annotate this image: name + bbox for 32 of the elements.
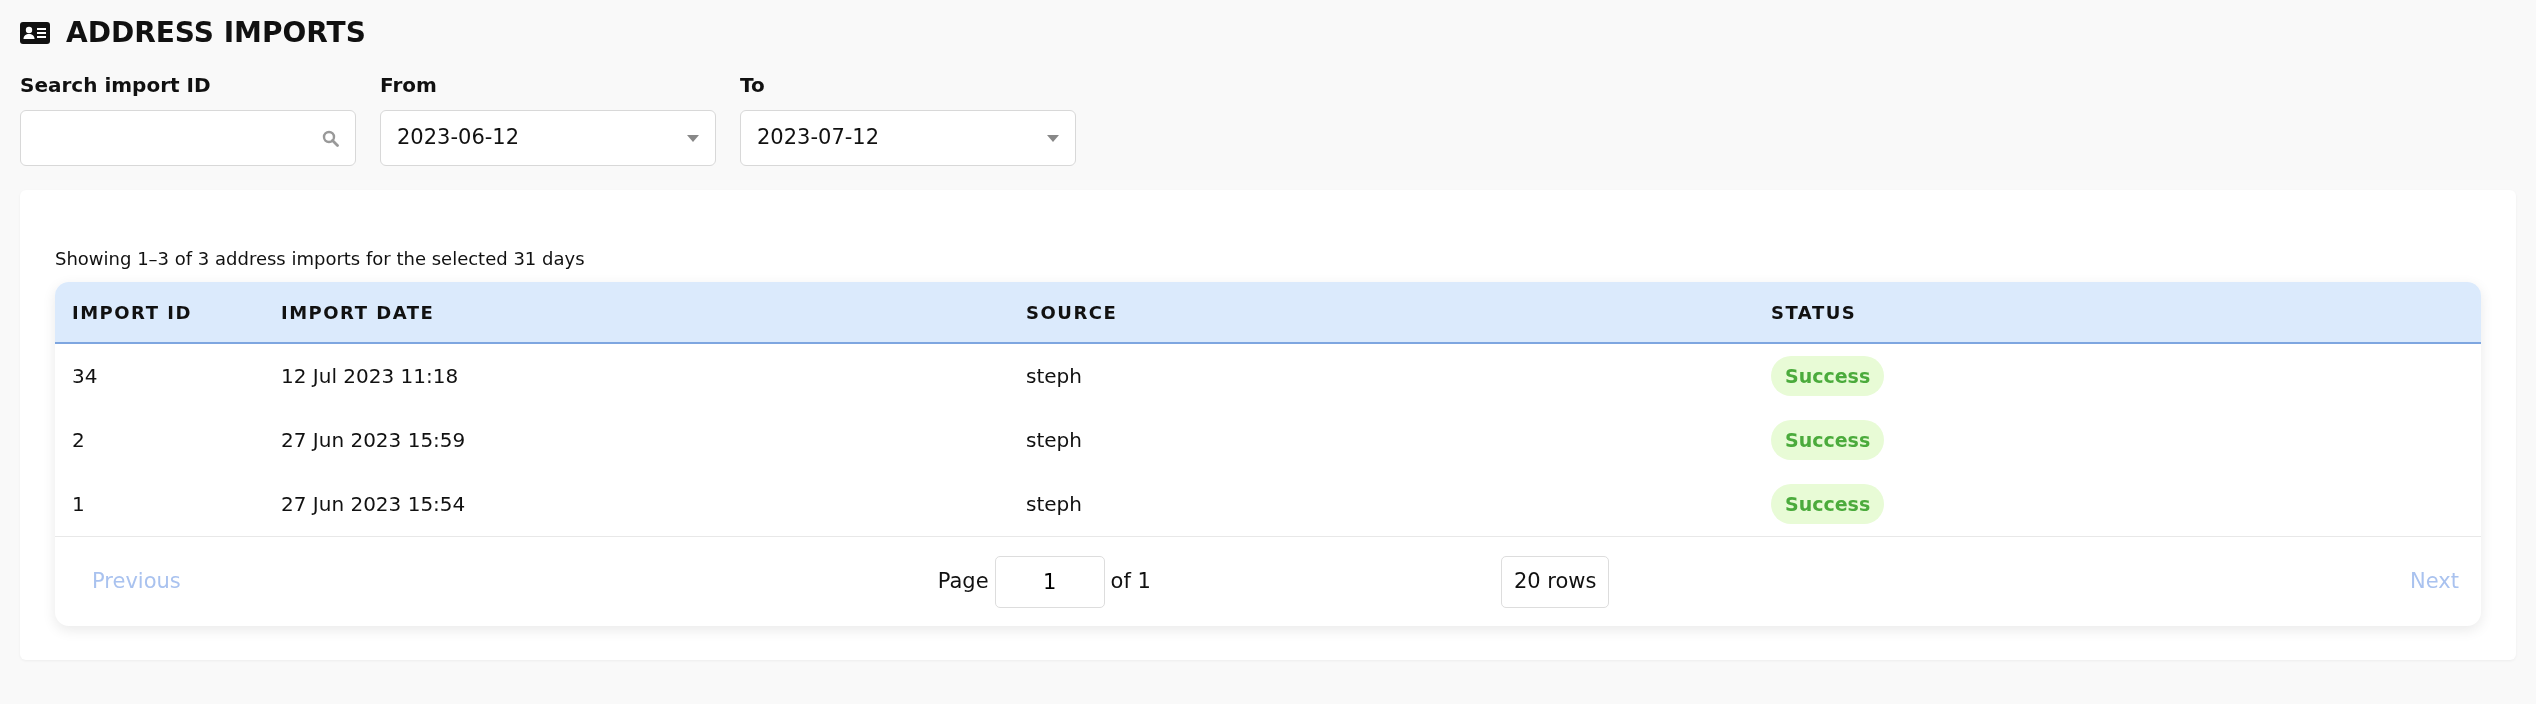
search-icon xyxy=(322,129,339,147)
column-header: IMPORT DATE xyxy=(281,300,436,325)
caret-icon xyxy=(1047,134,1059,142)
field-label: From xyxy=(380,72,438,99)
page-title: ADDRESS IMPORTS xyxy=(66,15,366,51)
caret-icon xyxy=(687,134,699,142)
page-label: Page xyxy=(937,567,989,595)
table-cell-text: 2 xyxy=(72,427,86,454)
search-field[interactable] xyxy=(20,110,356,166)
table-cell-text: 34 xyxy=(72,363,99,390)
field-label: Search import ID xyxy=(20,72,212,99)
rows-per-page-select[interactable]: 20 rows xyxy=(1500,555,1610,608)
table-cell-text: 27 Jun 2023 15:59 xyxy=(281,427,467,454)
date-dropdown[interactable]: 2023-06-12 xyxy=(380,110,716,166)
status-pill: Success xyxy=(1771,483,1885,525)
column-header: SOURCE xyxy=(1026,300,1119,325)
column-header: IMPORT ID xyxy=(72,300,193,325)
page-count: of 1 xyxy=(1110,567,1151,595)
results-summary: Showing 1–3 of 3 address imports for the selected 31 days xyxy=(55,247,586,271)
table-cell-text: steph xyxy=(1026,491,1083,518)
page-input[interactable]: 1 xyxy=(994,555,1105,608)
table-cell-text: 1 xyxy=(72,491,86,518)
date-dropdown[interactable]: 2023-07-12 xyxy=(740,110,1076,166)
id-card-icon xyxy=(20,22,50,44)
column-header: STATUS xyxy=(1771,300,1858,325)
field-label: To xyxy=(740,72,766,99)
table-cell-text: 12 Jul 2023 11:18 xyxy=(281,363,460,390)
status-pill: Success xyxy=(1771,419,1885,461)
table-cell-text: 27 Jun 2023 15:54 xyxy=(281,491,467,518)
table-cell-text: steph xyxy=(1026,363,1083,390)
status-pill: Success xyxy=(1771,355,1885,397)
table-cell-text: steph xyxy=(1026,427,1083,454)
